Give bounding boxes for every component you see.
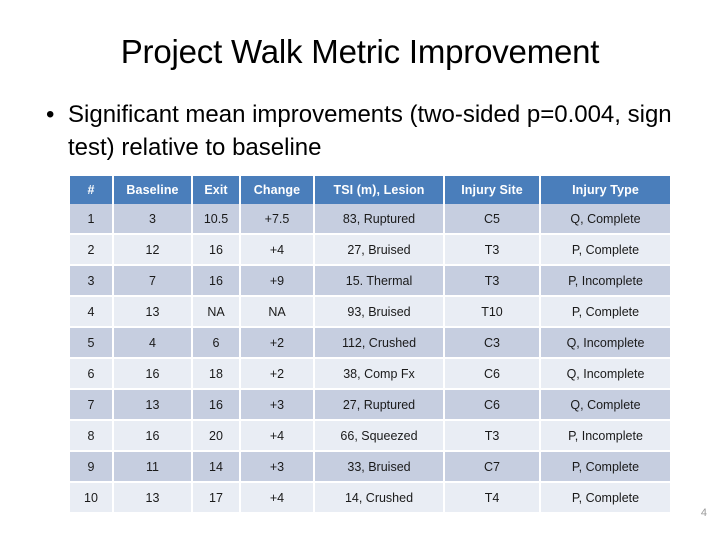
table-row: 1 3 10.5 +7.5 83, Ruptured C5 Q, Complet… xyxy=(70,204,670,235)
cell-injury-site: C6 xyxy=(444,358,541,390)
table-row: 4 13 NA NA 93, Bruised T10 P, Complete xyxy=(70,296,670,328)
cell-injury-type: P, Complete xyxy=(540,482,670,512)
table-row: 6 16 18 +2 38, Comp Fx C6 Q, Incomplete xyxy=(70,358,670,390)
cell-number: 8 xyxy=(70,420,114,452)
cell-exit: 20 xyxy=(192,420,241,452)
cell-injury-site: T3 xyxy=(444,420,541,452)
cell-tsi-lesion: 27, Bruised xyxy=(314,234,445,266)
cell-change: +4 xyxy=(240,234,315,266)
cell-change: NA xyxy=(240,296,315,328)
cell-change: +4 xyxy=(240,482,315,512)
cell-tsi-lesion: 33, Bruised xyxy=(314,451,445,483)
slide: Project Walk Metric Improvement • Signif… xyxy=(0,0,720,540)
bullet-point-icon: • xyxy=(46,101,55,128)
cell-change: +2 xyxy=(240,358,315,390)
table-row: 10 13 17 +4 14, Crushed T4 P, Complete xyxy=(70,482,670,512)
page-title: Project Walk Metric Improvement xyxy=(120,33,600,70)
cell-injury-type: Q, Incomplete xyxy=(540,327,670,359)
cell-tsi-lesion: 14, Crushed xyxy=(314,482,445,512)
column-header-exit: Exit xyxy=(192,176,241,204)
cell-baseline: 16 xyxy=(113,420,193,452)
cell-number: 1 xyxy=(70,204,114,235)
bullet-list: • Significant mean improvements (two-sid… xyxy=(34,98,674,164)
cell-change: +2 xyxy=(240,327,315,359)
cell-tsi-lesion: 83, Ruptured xyxy=(314,204,445,235)
cell-tsi-lesion: 112, Crushed xyxy=(314,327,445,359)
cell-injury-site: T3 xyxy=(444,234,541,266)
cell-exit: 16 xyxy=(192,234,241,266)
cell-injury-site: C6 xyxy=(444,389,541,421)
cell-number: 7 xyxy=(70,389,114,421)
cell-change: +3 xyxy=(240,389,315,421)
column-header-change: Change xyxy=(240,176,315,204)
cell-tsi-lesion: 15. Thermal xyxy=(314,265,445,297)
cell-tsi-lesion: 27, Ruptured xyxy=(314,389,445,421)
cell-change: +3 xyxy=(240,451,315,483)
table-row: 9 11 14 +3 33, Bruised C7 P, Complete xyxy=(70,451,670,483)
cell-baseline: 13 xyxy=(113,296,193,328)
column-header-injury-site: Injury Site xyxy=(444,176,541,204)
cell-baseline: 16 xyxy=(113,358,193,390)
cell-injury-type: P, Incomplete xyxy=(540,265,670,297)
cell-exit: 16 xyxy=(192,389,241,421)
cell-injury-site: T4 xyxy=(444,482,541,512)
cell-number: 4 xyxy=(70,296,114,328)
list-item: • Significant mean improvements (two-sid… xyxy=(34,98,674,164)
cell-injury-site: C5 xyxy=(444,204,541,235)
cell-injury-type: Q, Incomplete xyxy=(540,358,670,390)
cell-injury-type: P, Complete xyxy=(540,296,670,328)
cell-injury-type: P, Complete xyxy=(540,451,670,483)
cell-injury-site: C7 xyxy=(444,451,541,483)
cell-injury-type: Q, Complete xyxy=(540,204,670,235)
cell-number: 2 xyxy=(70,234,114,266)
table-row: 3 7 16 +9 15. Thermal T3 P, Incomplete xyxy=(70,265,670,297)
cell-exit: 16 xyxy=(192,265,241,297)
cell-exit: 14 xyxy=(192,451,241,483)
cell-baseline: 13 xyxy=(113,482,193,512)
cell-change: +9 xyxy=(240,265,315,297)
cell-number: 9 xyxy=(70,451,114,483)
cell-exit: 17 xyxy=(192,482,241,512)
cell-injury-type: P, Complete xyxy=(540,234,670,266)
cell-injury-site: T3 xyxy=(444,265,541,297)
cell-exit: 18 xyxy=(192,358,241,390)
cell-change: +7.5 xyxy=(240,204,315,235)
table-header: # Baseline Exit Change TSI (m), Lesion I… xyxy=(70,176,670,204)
slide-page-number: 4 xyxy=(700,507,707,519)
cell-tsi-lesion: 38, Comp Fx xyxy=(314,358,445,390)
cell-baseline: 3 xyxy=(113,204,193,235)
cell-exit: 10.5 xyxy=(192,204,241,235)
table-row: 2 12 16 +4 27, Bruised T3 P, Complete xyxy=(70,234,670,266)
cell-injury-type: Q, Complete xyxy=(540,389,670,421)
column-header-injury-type: Injury Type xyxy=(540,176,670,204)
cell-injury-type: P, Incomplete xyxy=(540,420,670,452)
cell-injury-site: T10 xyxy=(444,296,541,328)
cell-number: 3 xyxy=(70,265,114,297)
table-row: 7 13 16 +3 27, Ruptured C6 Q, Complete xyxy=(70,389,670,421)
table-header-row: # Baseline Exit Change TSI (m), Lesion I… xyxy=(70,176,670,204)
cell-tsi-lesion: 93, Bruised xyxy=(314,296,445,328)
table-body: 1 3 10.5 +7.5 83, Ruptured C5 Q, Complet… xyxy=(70,204,670,512)
bullet-item-label: Significant mean improvements (two-sided… xyxy=(68,101,672,161)
cell-exit: 6 xyxy=(192,327,241,359)
cell-baseline: 11 xyxy=(113,451,193,483)
table-row: 5 4 6 +2 112, Crushed C3 Q, Incomplete xyxy=(70,327,670,359)
cell-baseline: 4 xyxy=(113,327,193,359)
metrics-table: # Baseline Exit Change TSI (m), Lesion I… xyxy=(70,176,670,512)
cell-number: 6 xyxy=(70,358,114,390)
cell-tsi-lesion: 66, Squeezed xyxy=(314,420,445,452)
cell-baseline: 7 xyxy=(113,265,193,297)
cell-number: 5 xyxy=(70,327,114,359)
cell-injury-site: C3 xyxy=(444,327,541,359)
cell-baseline: 12 xyxy=(113,234,193,266)
table-row: 8 16 20 +4 66, Squeezed T3 P, Incomplete xyxy=(70,420,670,452)
cell-exit: NA xyxy=(192,296,241,328)
column-header-baseline: Baseline xyxy=(113,176,193,204)
column-header-number: # xyxy=(70,176,114,204)
cell-change: +4 xyxy=(240,420,315,452)
column-header-tsi-lesion: TSI (m), Lesion xyxy=(314,176,445,204)
cell-baseline: 13 xyxy=(113,389,193,421)
cell-number: 10 xyxy=(70,482,114,512)
